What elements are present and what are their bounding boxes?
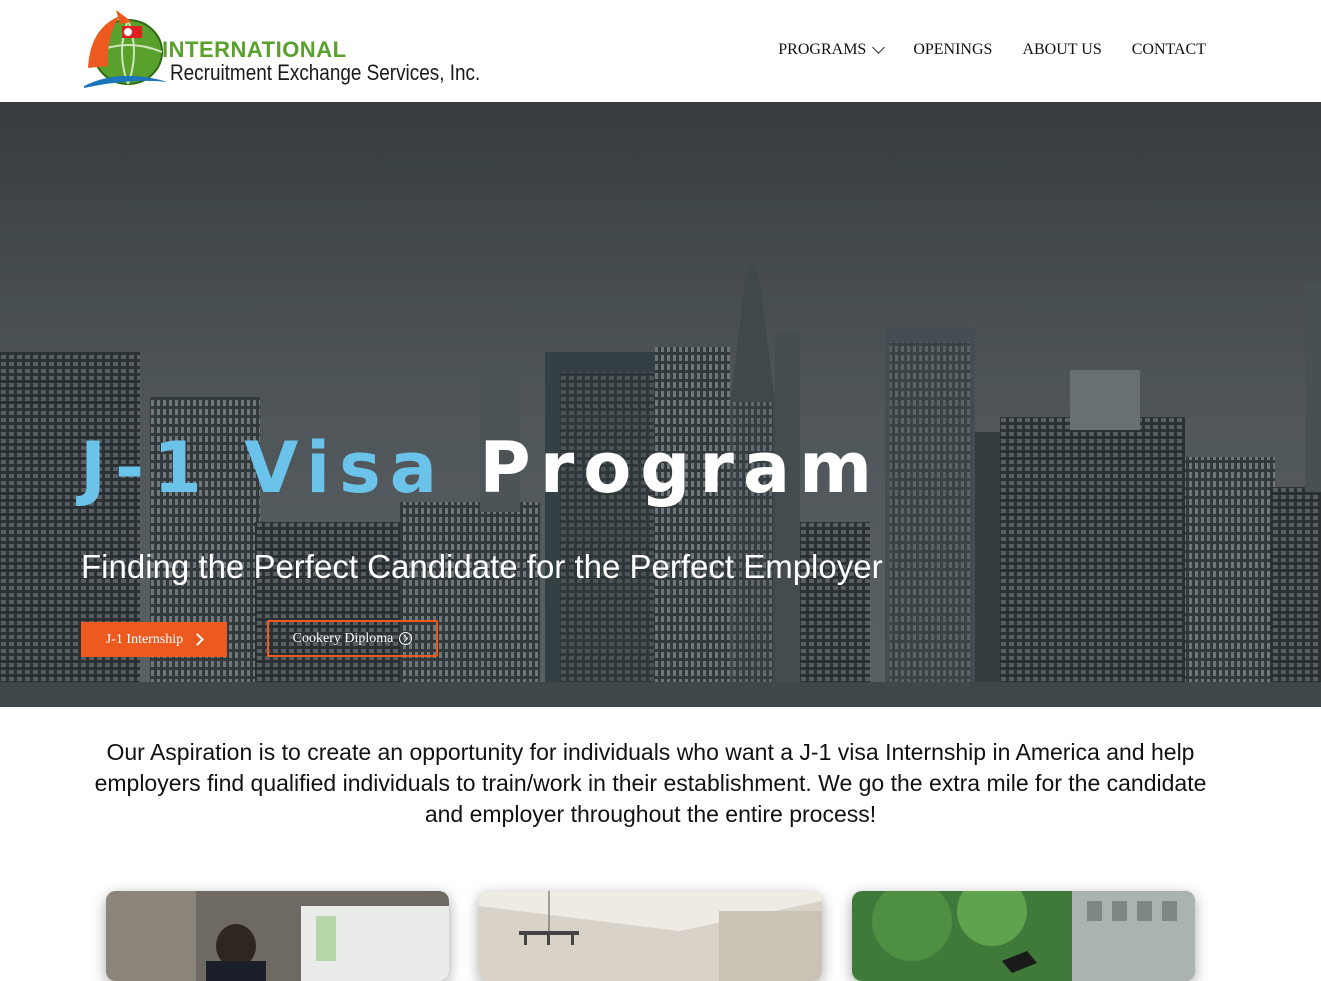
nav-about-label: ABOUT US — [1022, 41, 1102, 58]
city-skyline-image — [0, 102, 1321, 707]
nav-contact[interactable]: CONTACT — [1132, 41, 1206, 59]
interior-photo-image — [479, 891, 822, 981]
site-header: INTERNATIONAL Recruitment Exchange Servi… — [0, 0, 1321, 102]
cookery-diploma-label: Cookery Diploma — [292, 630, 394, 646]
chevron-right-icon — [191, 633, 205, 646]
garden-photo-image — [852, 891, 1195, 981]
aspiration-text: Our Aspiration is to create an opportuni… — [94, 739, 1207, 827]
chevron-down-icon — [872, 40, 886, 54]
j1-internship-button[interactable]: J-1 Internship — [81, 622, 227, 657]
program-card-office[interactable] — [106, 891, 449, 981]
j1-internship-label: J-1 Internship — [105, 631, 184, 647]
circle-arrow-right-icon — [399, 632, 413, 645]
nav-openings[interactable]: OPENINGS — [913, 41, 992, 59]
hero-banner: J-1 Visa Program Finding the Perfect Can… — [0, 102, 1321, 707]
globe-logo-icon — [84, 10, 168, 88]
nav-openings-label: OPENINGS — [913, 41, 993, 58]
office-photo-image — [106, 891, 449, 981]
logo-text-company: Recruitment Exchange Services, Inc. — [170, 60, 481, 85]
cookery-diploma-button[interactable]: Cookery Diploma — [267, 620, 438, 657]
program-card-garden[interactable] — [852, 891, 1195, 981]
main-nav: PROGRAMS OPENINGS ABOUT US CONTACT — [778, 40, 1206, 59]
hero-title-accent: J-1 Visa — [80, 427, 447, 509]
program-card-interior[interactable] — [479, 891, 822, 981]
hero-subtitle: Finding the Perfect Candidate for the Pe… — [81, 548, 883, 585]
site-logo[interactable]: INTERNATIONAL Recruitment Exchange Servi… — [80, 8, 480, 92]
nav-contact-label: CONTACT — [1131, 41, 1206, 58]
hero-title: J-1 Visa Program — [80, 433, 881, 503]
nav-programs[interactable]: PROGRAMS — [778, 40, 886, 59]
nav-about-us[interactable]: ABOUT US — [1022, 41, 1101, 59]
hero-title-main: Program — [479, 427, 882, 509]
nav-programs-label: PROGRAMS — [778, 41, 867, 58]
